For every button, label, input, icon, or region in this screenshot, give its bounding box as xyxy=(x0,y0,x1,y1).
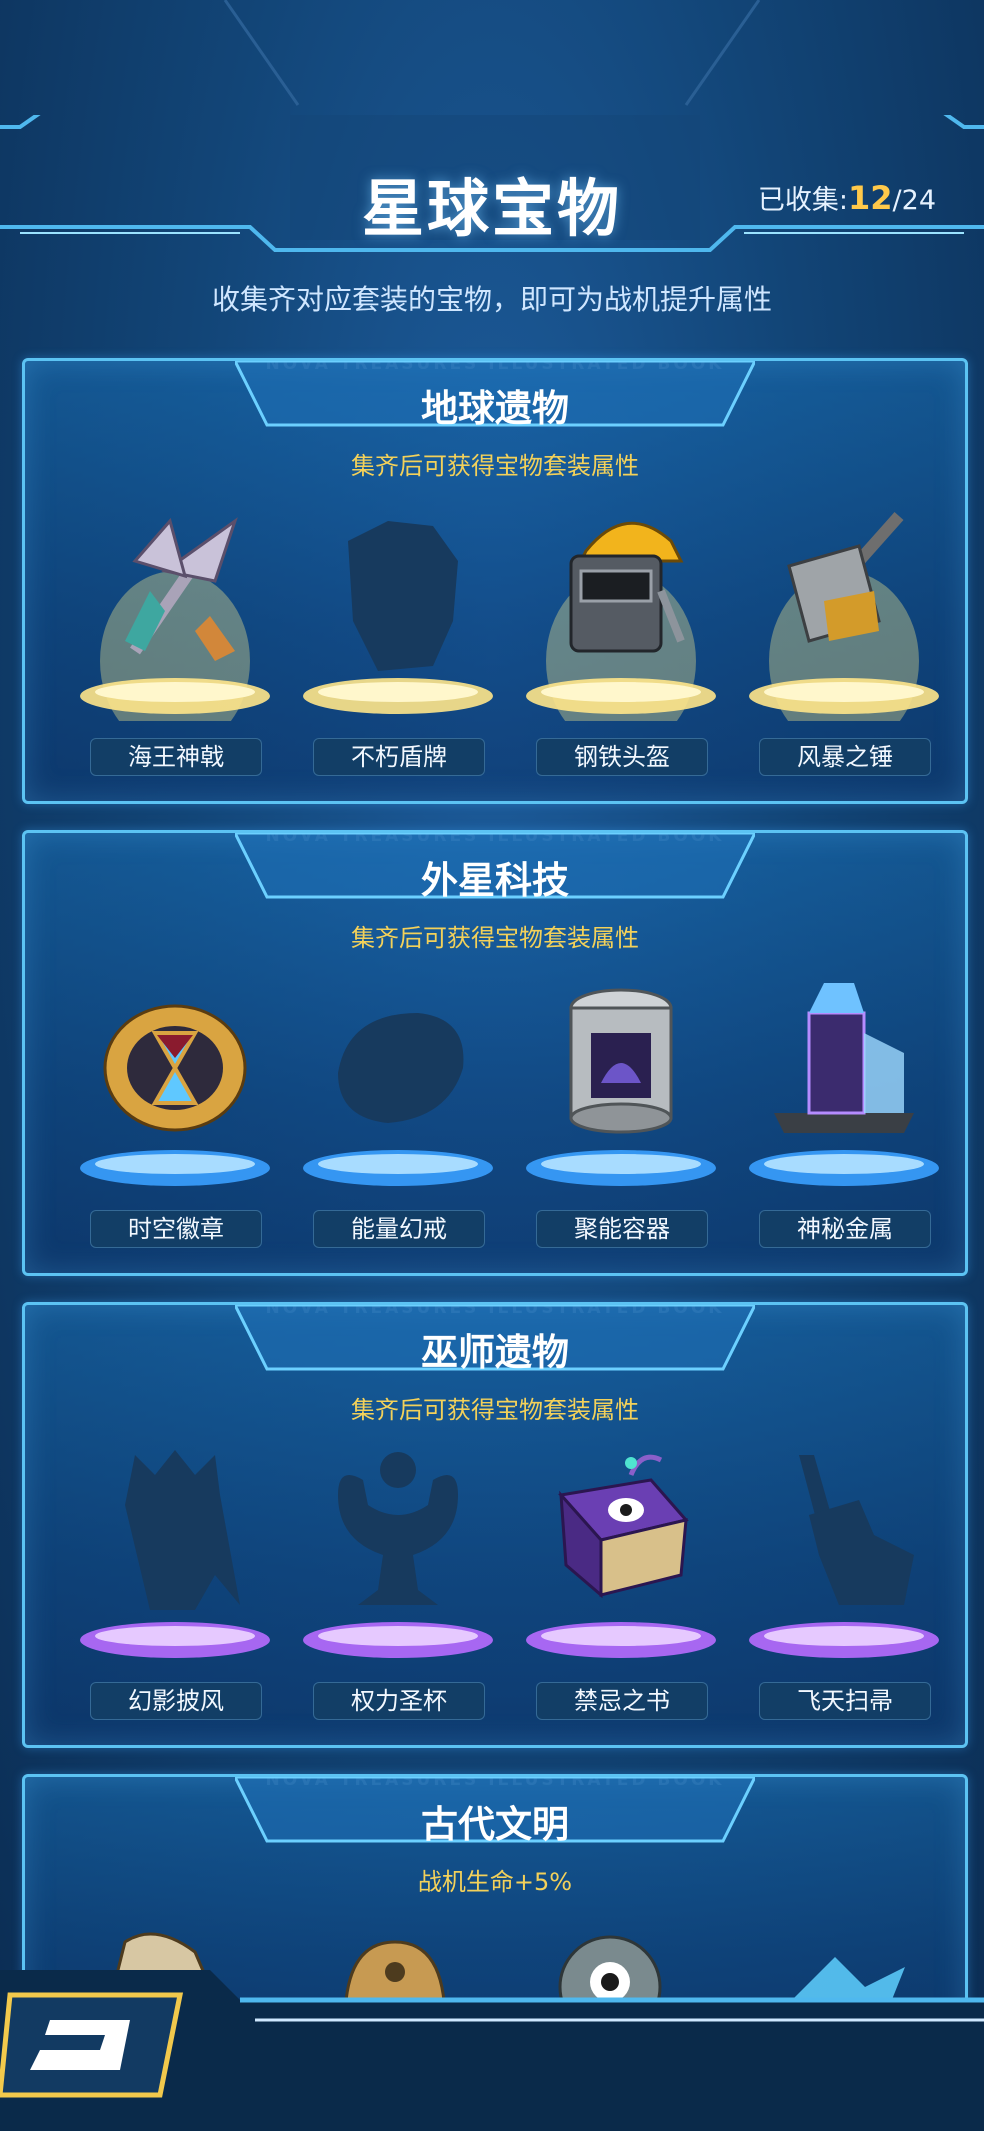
metal-crystal-icon xyxy=(774,983,914,1133)
forbidden-book-icon xyxy=(558,1454,689,1599)
hammer-icon xyxy=(787,512,904,643)
treasure-item[interactable]: 权力圣杯 xyxy=(293,1445,503,1735)
treasure-item[interactable]: 钢铁头盔 xyxy=(516,501,726,791)
treasure-item[interactable]: 风暴之锤 xyxy=(739,501,949,791)
treasure-item[interactable]: 能量幻戒 xyxy=(293,973,503,1263)
treasure-name: 飞天扫帚 xyxy=(759,1682,931,1720)
treasure-name: 禁忌之书 xyxy=(536,1682,708,1720)
collected-count: 12 xyxy=(848,179,893,217)
treasure-item[interactable]: 神秘金属 xyxy=(739,973,949,1263)
section-alien-tech: NOVA TREASURES ILLUSTRATED BOOK 外星科技 集齐后… xyxy=(22,830,968,1276)
treasure-name: 权力圣杯 xyxy=(313,1682,485,1720)
treasure-name: 钢铁头盔 xyxy=(536,738,708,776)
treasure-name: 幻影披风 xyxy=(90,1682,262,1720)
treasure-item[interactable]: 幻影披风 xyxy=(70,1445,280,1735)
page-subtitle: 收集齐对应套装的宝物，即可为战机提升属性 xyxy=(211,283,772,316)
time-badge-icon xyxy=(103,1004,247,1132)
section-title: 地球遗物 xyxy=(421,387,569,430)
treasure-item[interactable]: 海王神戟 xyxy=(70,501,280,791)
treasure-name: 风暴之锤 xyxy=(759,738,931,776)
back-button[interactable] xyxy=(0,1990,190,2100)
treasure-name: 聚能容器 xyxy=(536,1210,708,1248)
treasure-item[interactable]: 聚能容器 xyxy=(516,973,726,1263)
cloak-silhouette-icon xyxy=(125,1450,240,1610)
section-set-bonus: 集齐后可获得宝物套装属性 xyxy=(351,1396,639,1424)
chalice-silhouette-icon xyxy=(338,1452,458,1605)
treasure-item[interactable]: 时空徽章 xyxy=(70,973,280,1263)
treasure-name: 神秘金属 xyxy=(759,1210,931,1248)
treasure-item[interactable]: 飞天扫帚 xyxy=(739,1445,949,1735)
section-set-bonus: 集齐后可获得宝物套装属性 xyxy=(351,452,639,480)
treasure-name: 时空徽章 xyxy=(90,1210,262,1248)
broom-silhouette-icon xyxy=(799,1455,914,1605)
container-icon xyxy=(569,988,673,1134)
section-title: 外星科技 xyxy=(421,859,569,902)
top-frame-decoration xyxy=(223,0,761,106)
treasure-name: 不朽盾牌 xyxy=(313,738,485,776)
treasure-name: 海王神戟 xyxy=(90,738,262,776)
section-wizard-relics: NOVA TREASURES ILLUSTRATED BOOK 巫师遗物 集齐后… xyxy=(22,1302,968,1748)
section-set-bonus: 战机生命+5% xyxy=(417,1868,573,1896)
collected-counter: 已收集:12/24 xyxy=(758,178,936,217)
section-title: 巫师遗物 xyxy=(421,1331,569,1374)
section-set-bonus: 集齐后可获得宝物套装属性 xyxy=(351,924,639,952)
collected-label: 已收集: xyxy=(757,185,849,216)
section-title: 古代文明 xyxy=(421,1803,569,1846)
collected-total: /24 xyxy=(892,185,936,216)
helmet-icon xyxy=(569,521,685,653)
ring-silhouette-icon xyxy=(338,1013,464,1123)
trident-icon xyxy=(125,517,238,661)
treasure-item[interactable]: 禁忌之书 xyxy=(516,1445,726,1735)
shield-silhouette-icon xyxy=(348,521,458,671)
treasure-name: 能量幻戒 xyxy=(313,1210,485,1248)
treasure-item[interactable]: 不朽盾牌 xyxy=(293,501,503,791)
section-earth-relics: NOVA TREASURES ILLUSTRATED BOOK 地球遗物 集齐后… xyxy=(22,358,968,804)
